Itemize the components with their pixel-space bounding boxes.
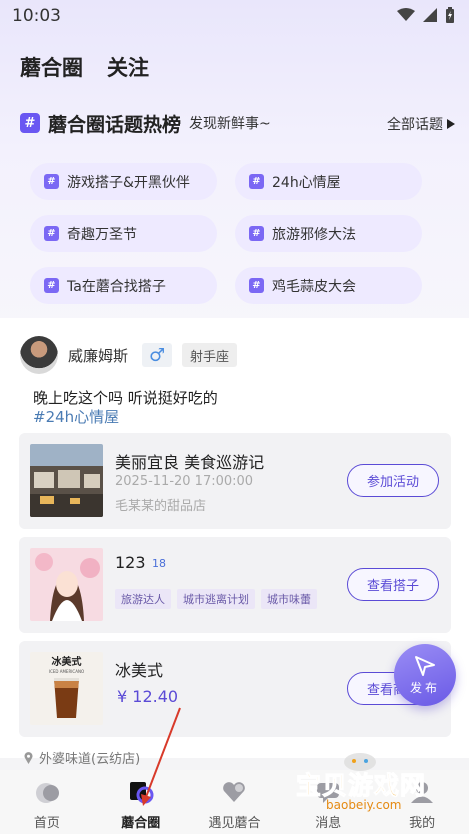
top-tabs: 蘑合圈 关注 — [20, 52, 149, 82]
post-author: 威廉姆斯 ♂ 射手座 — [20, 336, 238, 374]
thumb-title: 冰美式 — [52, 655, 82, 668]
product-price: ¥ 12.40 — [117, 687, 179, 706]
avatar[interactable] — [20, 336, 58, 374]
watermark-url: baobeiy.com — [326, 798, 402, 812]
hash-icon: # — [249, 226, 264, 241]
topic-chip[interactable]: # 游戏搭子&开黑伙伴 — [30, 163, 217, 200]
nav-home[interactable]: 首页 — [0, 770, 94, 834]
hash-icon: # — [44, 278, 59, 293]
home-icon — [35, 783, 59, 803]
topic-chip[interactable]: # 旅游邪修大法 — [235, 215, 422, 252]
nav-label: 首页 — [33, 816, 60, 831]
caret-right-icon — [447, 119, 455, 129]
wifi-icon — [397, 8, 415, 21]
all-topics-link[interactable]: 全部话题 — [387, 114, 455, 134]
buddy-card[interactable]: 123 18 旅游达人 城市逃离计划 城市味蕾 查看搭子 — [19, 537, 451, 633]
topics-subtitle: 发现新鲜事~ — [189, 116, 271, 132]
topic-chip-label: 旅游邪修大法 — [272, 226, 356, 243]
topic-chip[interactable]: # 鸡毛蒜皮大会 — [235, 267, 422, 304]
activity-place: 毛某某的甜品店 — [115, 499, 207, 514]
circle-icon — [129, 782, 154, 804]
activity-title: 美丽宜良 美食巡游记 — [115, 453, 265, 472]
zodiac-badge: 射手座 — [182, 343, 238, 367]
tab-follow[interactable]: 关注 — [107, 52, 149, 82]
topic-chip-label: 24h心情屋 — [272, 174, 341, 191]
topics-header: # 蘑合圈话题热榜 发现新鲜事~ 全部话题 — [20, 110, 455, 136]
publish-label: 发布 — [409, 680, 440, 695]
nav-mohe-circle[interactable]: 蘑合圈 — [94, 770, 188, 834]
product-title: 冰美式 — [115, 661, 164, 680]
join-activity-button[interactable]: 参加活动 — [347, 464, 439, 497]
tab-mohe-circle[interactable]: 蘑合圈 — [20, 52, 83, 82]
buddy-count: 18 — [152, 557, 166, 570]
status-bar: 10:03 — [0, 0, 469, 32]
send-icon — [415, 655, 435, 676]
nav-label: 消息 — [315, 816, 342, 831]
hash-icon: # — [44, 174, 59, 189]
buddy-tags: 旅游达人 城市逃离计划 城市味蕾 — [115, 589, 317, 609]
location-label: 外婆味道(云纺店) — [39, 752, 141, 767]
author-name[interactable]: 威廉姆斯 — [68, 345, 128, 366]
location-pin-icon — [24, 751, 33, 764]
hash-icon: # — [249, 174, 264, 189]
topic-chips: # 游戏搭子&开黑伙伴 #24h心情屋 # 奇趣万圣节 # 旅游邪修大法 # Ta在蘑合… — [30, 163, 425, 304]
post-location[interactable]: 外婆味道(云纺店) — [24, 748, 140, 767]
signal-icon — [423, 8, 437, 22]
topic-chip-label: 奇趣万圣节 — [67, 226, 137, 243]
thumb-subtitle: ICED AMERICANO — [49, 669, 84, 674]
status-icons — [397, 7, 455, 23]
nav-label: 我的 — [409, 816, 436, 831]
topic-chip-label: 鸡毛蒜皮大会 — [272, 278, 356, 295]
view-buddy-button[interactable]: 查看搭子 — [347, 568, 439, 601]
buddy-title: 123 — [115, 553, 146, 572]
male-icon: ♂ — [142, 343, 173, 367]
buddy-thumbnail — [30, 548, 103, 621]
topic-chip[interactable]: #24h心情屋 — [235, 163, 422, 200]
nav-meet[interactable]: 遇见蘑合 — [188, 770, 282, 834]
activity-card[interactable]: 美丽宜良 美食巡游记 2025-11-20 17:00:00 毛某某的甜品店 参… — [19, 433, 451, 529]
battery-icon — [446, 7, 454, 23]
status-time: 10:03 — [12, 6, 61, 26]
product-thumbnail: 冰美式 ICED AMERICANO — [30, 652, 103, 725]
post-topic-tag[interactable]: #24h心情屋 — [33, 406, 119, 427]
heart-icon — [223, 782, 246, 802]
hash-icon: # — [249, 278, 264, 293]
activity-thumbnail — [30, 444, 103, 517]
buddy-tag: 城市逃离计划 — [177, 589, 255, 609]
publish-button[interactable]: 发布 — [394, 644, 456, 706]
topic-chip-label: Ta在蘑合找搭子 — [67, 278, 166, 295]
hash-icon: # — [44, 226, 59, 241]
post-text: 晚上吃这个吗 听说挺好吃的 — [33, 389, 218, 407]
buddy-tag: 城市味蕾 — [261, 589, 317, 609]
topic-chip[interactable]: # Ta在蘑合找搭子 — [30, 267, 217, 304]
topic-chip-label: 游戏搭子&开黑伙伴 — [67, 174, 190, 191]
watermark-text: 宝贝游戏网 — [295, 771, 427, 801]
product-card[interactable]: 冰美式 ICED AMERICANO 冰美式 ¥ 12.40 查看商品 — [19, 641, 451, 737]
topics-title: 蘑合圈话题热榜 — [48, 113, 182, 136]
nav-label: 遇见蘑合 — [208, 816, 261, 831]
nav-label: 蘑合圈 — [121, 816, 161, 831]
activity-time: 2025-11-20 17:00:00 — [115, 474, 254, 489]
all-topics-label: 全部话题 — [387, 117, 443, 133]
topic-chip[interactable]: # 奇趣万圣节 — [30, 215, 217, 252]
buddy-tag: 旅游达人 — [115, 589, 171, 609]
hash-icon: # — [20, 113, 40, 133]
